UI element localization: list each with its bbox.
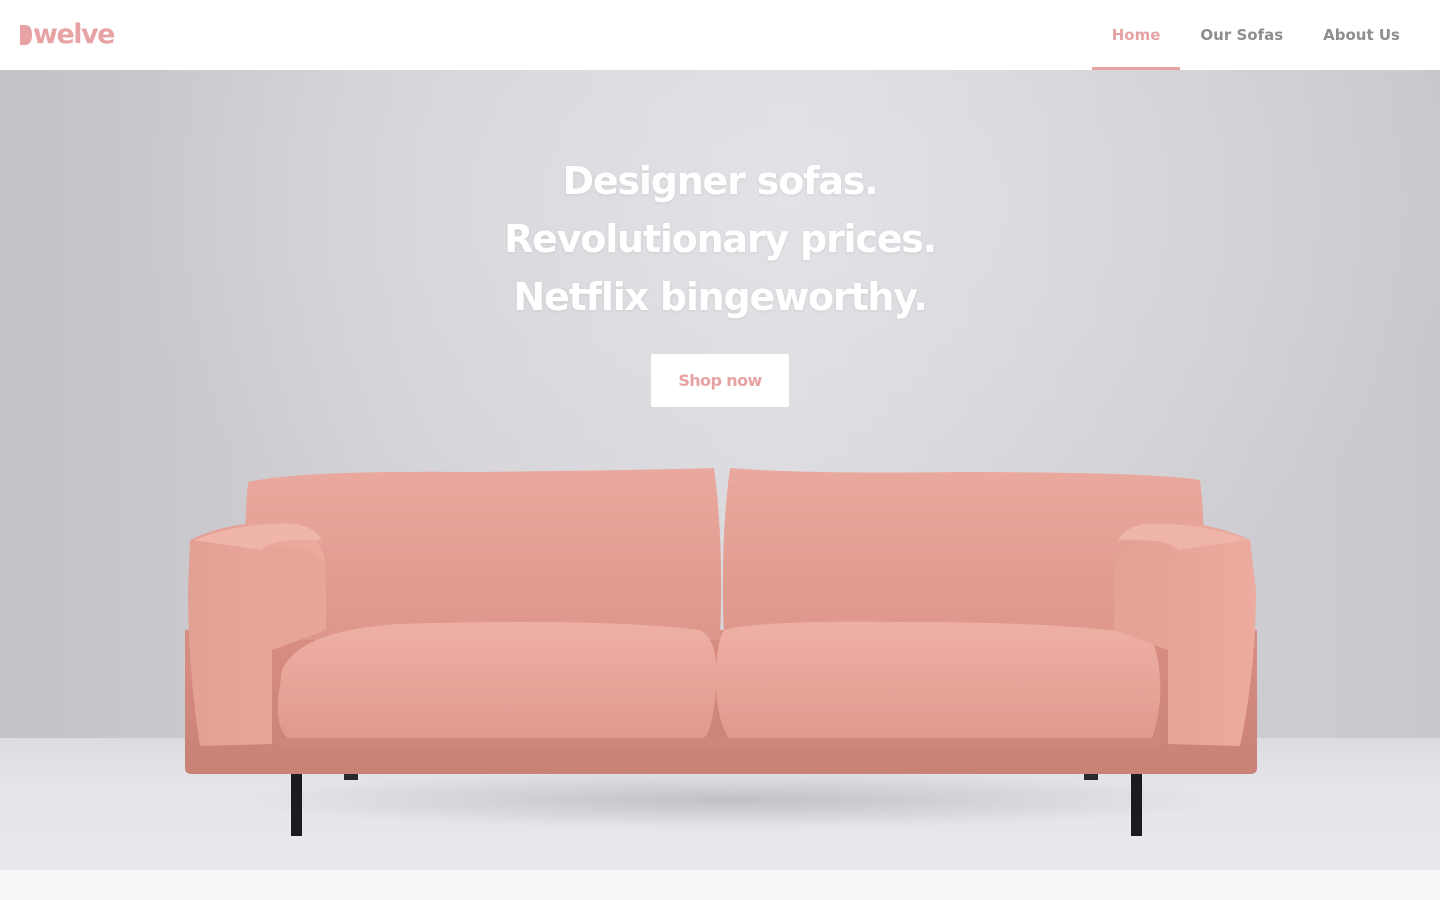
next-section-strip — [0, 870, 1440, 900]
hero-section: Designer sofas. Revolutionary prices. Ne… — [0, 70, 1440, 870]
headline-line: Revolutionary prices. — [504, 217, 937, 261]
nav-item-about-us[interactable]: About Us — [1303, 0, 1420, 70]
headline-line: Designer sofas. — [562, 159, 879, 203]
main-nav: Home Our Sofas About Us — [1091, 0, 1420, 70]
brand-logo[interactable]: welve — [20, 16, 115, 54]
sofa-seat-right — [716, 621, 1161, 740]
sofa-seat-shadow — [278, 738, 1162, 746]
logo-mark-icon — [20, 25, 32, 45]
site-header: welve Home Our Sofas About Us — [0, 0, 1440, 70]
shop-now-button[interactable]: Shop now — [651, 354, 789, 407]
hero-headline: Designer sofas. Revolutionary prices. Ne… — [320, 152, 1120, 326]
headline-line: Netflix bingeworthy. — [513, 275, 927, 319]
nav-item-our-sofas[interactable]: Our Sofas — [1180, 0, 1303, 70]
sofa-seat-left — [277, 622, 717, 740]
nav-item-home[interactable]: Home — [1091, 0, 1181, 70]
brand-logo-text: welve — [33, 19, 115, 50]
